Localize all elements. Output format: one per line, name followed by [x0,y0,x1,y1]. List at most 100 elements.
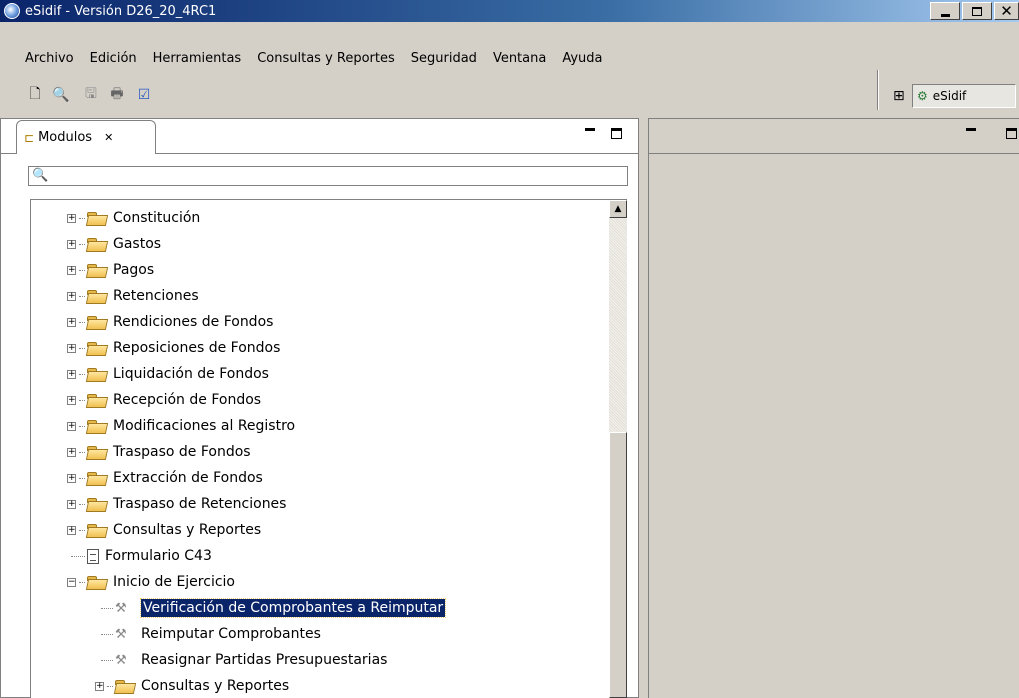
menu-edicion[interactable]: Edición [82,51,145,66]
collapse-icon[interactable]: − [67,577,76,587]
editor-minimize-icon[interactable] [966,128,976,131]
view-maximize-icon[interactable] [611,128,622,139]
tree-item[interactable]: + Retenciones [67,285,199,307]
perspective-separator [877,70,879,110]
save-icon[interactable]: 🖫 [82,86,100,104]
folder-icon [87,497,107,511]
tree-item-label: Pagos [113,262,155,278]
expand-icon[interactable]: + [67,369,76,379]
checklist-icon[interactable]: ☑ [135,86,153,104]
tree-item-label: Formulario C43 [105,548,212,564]
tree-line [79,451,85,453]
menu-consultas-reportes[interactable]: Consultas y Reportes [249,51,403,66]
expand-icon[interactable]: + [67,213,76,223]
tree-item[interactable]: + Consultas y Reportes [67,519,261,541]
tree-item[interactable]: ⚒ Verificación de Comprobantes a Reimput… [101,597,447,619]
folder-open-icon [87,575,107,589]
folder-icon [87,393,107,407]
tree-item[interactable]: ⚒ Reasignar Partidas Presupuestarias [101,649,387,671]
tools-icon: ⚒ [115,626,127,642]
expand-icon[interactable]: + [95,681,104,691]
tree-item[interactable]: − Inicio de Ejercicio [67,571,235,593]
tree-item-label: Gastos [113,236,162,252]
tree-item[interactable]: + Recepción de Fondos [67,389,261,411]
tree-item[interactable]: + Modificaciones al Registro [67,415,295,437]
minimize-icon [940,13,950,17]
folder-icon [115,679,135,693]
tree-item[interactable]: + Rendiciones de Fondos [67,311,273,333]
expand-icon[interactable]: + [67,473,76,483]
folder-icon [87,445,107,459]
tree-line [79,425,85,427]
menu-archivo[interactable]: Archivo [0,51,82,66]
folder-icon [87,237,107,251]
new-icon[interactable]: 🗋 [26,86,44,104]
editor-tab-strip [648,153,1019,154]
folder-icon [87,367,107,381]
expand-icon[interactable]: + [67,525,76,535]
expand-icon[interactable]: + [67,343,76,353]
expand-icon[interactable]: + [67,421,76,431]
vertical-scrollbar[interactable]: ▲ [609,200,627,698]
menu-ventana[interactable]: Ventana [485,51,554,66]
expand-icon[interactable]: + [67,291,76,301]
filter-input[interactable]: 🔍 [28,166,628,186]
tools-icon: ⚒ [115,652,127,668]
tree-item[interactable]: ⚒ Reimputar Comprobantes [101,623,321,645]
tree-item[interactable]: + Consultas y Reportes [95,675,289,697]
tree-line [101,659,113,661]
menu-ayuda[interactable]: Ayuda [554,51,610,66]
tree-item-label: Traspaso de Retenciones [113,496,287,512]
maximize-button[interactable] [962,2,992,20]
tree-item-label: Extracción de Fondos [113,470,263,486]
expand-icon[interactable]: + [67,499,76,509]
menu-seguridad[interactable]: Seguridad [403,51,485,66]
expand-icon[interactable]: + [67,239,76,249]
tree-item[interactable]: + Pagos [67,259,154,281]
folder-icon [87,211,107,225]
tree-item-label: Rendiciones de Fondos [113,314,274,330]
tab-modulos[interactable]: ⊏ Modulos ✕ [16,120,156,154]
modules-tree[interactable]: ▲ + Constitución + Gastos + Pagos + Rete… [30,199,627,698]
editor-area [648,118,1019,698]
tree-item[interactable]: + Gastos [67,233,161,255]
tree-item[interactable]: + Traspaso de Fondos [67,441,251,463]
tree-line [79,399,85,401]
tree-line [79,347,85,349]
minimize-button[interactable] [930,2,960,20]
tree-item-label: Modificaciones al Registro [113,418,296,434]
tab-close-icon[interactable]: ✕ [104,131,113,144]
print-icon[interactable]: 🖶 [108,86,126,104]
search-icon: 🔍 [32,168,49,183]
perspective-label: eSidif [932,89,967,103]
tree-line [79,477,85,479]
tree-line [79,295,85,297]
search-icon[interactable]: 🔍 [52,86,70,104]
tree-line [71,555,85,557]
tree-item[interactable]: + Constitución [67,207,200,229]
scroll-thumb[interactable] [609,432,627,698]
close-button[interactable]: ✕ [994,2,1019,20]
expand-icon[interactable]: + [67,317,76,327]
title-bar: eSidif - Versión D26_20_4RC1 [0,0,1019,22]
tree-item[interactable]: Formulario C43 [71,545,212,567]
open-perspective-icon[interactable]: ⊞ [893,88,905,104]
expand-icon[interactable]: + [67,265,76,275]
expand-icon[interactable]: + [67,447,76,457]
tree-line [79,217,85,219]
editor-maximize-icon[interactable] [1006,128,1017,139]
tree-line [107,685,113,687]
close-icon: ✕ [1000,2,1013,20]
scroll-up-button[interactable]: ▲ [609,200,627,218]
tree-item[interactable]: + Extracción de Fondos [67,467,263,489]
folder-icon [87,315,107,329]
expand-icon[interactable]: + [67,395,76,405]
tree-item[interactable]: + Reposiciones de Fondos [67,337,280,359]
tree-item-label: Inicio de Ejercicio [113,574,235,590]
tree-item-label: Consultas y Reportes [113,522,262,538]
tree-item[interactable]: + Liquidación de Fondos [67,363,269,385]
menu-herramientas[interactable]: Herramientas [145,51,250,66]
view-minimize-icon[interactable] [585,128,595,131]
perspective-esidif-button[interactable]: ⚙ eSidif [912,84,1016,108]
tree-item[interactable]: + Traspaso de Retenciones [67,493,286,515]
